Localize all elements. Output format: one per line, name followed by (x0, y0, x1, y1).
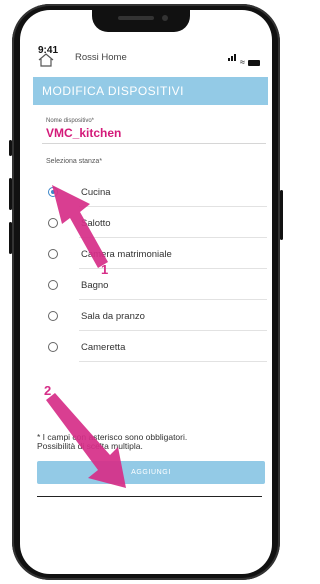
divider (79, 299, 267, 300)
signal-icon (228, 48, 237, 66)
field-underline (42, 143, 266, 144)
room-label: Cucina (81, 187, 111, 198)
room-option-bagno[interactable]: Bagno (46, 271, 267, 301)
phone-notch (92, 10, 190, 32)
room-label: Salotto (81, 218, 111, 229)
page-title-bar: MODIFICA DISPOSITIVI (33, 77, 268, 105)
add-button[interactable]: AGGIUNGI (37, 461, 265, 484)
room-label: Cameretta (81, 342, 126, 353)
phone-side-button-volume-up (9, 178, 12, 210)
radio-button[interactable] (48, 218, 58, 228)
battery-icon (247, 60, 260, 66)
radio-button[interactable] (48, 311, 58, 321)
radio-button-selected[interactable] (48, 187, 58, 197)
divider (79, 361, 267, 362)
divider (79, 330, 267, 331)
divider (79, 237, 267, 238)
wifi-icon: ≈ (240, 57, 245, 67)
room-option-salotto[interactable]: Salotto (46, 209, 267, 239)
phone-side-button-power (280, 190, 283, 240)
annotation-step-2: 2 (44, 383, 52, 398)
radio-button[interactable] (48, 280, 58, 290)
room-option-cucina[interactable]: Cucina (46, 178, 267, 208)
app-title: Rossi Home (75, 52, 127, 63)
room-label: Camera matrimoniale (81, 249, 172, 260)
device-name-label: Nome dispositivo* (46, 118, 95, 124)
status-icons: ≈ (228, 48, 260, 67)
speaker-grille (118, 16, 154, 20)
device-name-field[interactable]: VMC_kitchen (46, 126, 121, 140)
radio-button[interactable] (48, 342, 58, 352)
phone-side-button-volume-down (9, 222, 12, 254)
divider (79, 206, 267, 207)
home-indicator (37, 496, 262, 497)
phone-side-button-mute (9, 140, 12, 156)
radio-button[interactable] (48, 249, 58, 259)
required-fields-note: * I campi con asterisco sono obbligatori… (37, 433, 257, 451)
room-option-sala-da-pranzo[interactable]: Sala da pranzo (46, 302, 267, 332)
footnote-line-2: Possibilità di scelta multipla. (37, 441, 143, 451)
home-icon[interactable] (38, 53, 54, 67)
room-label: Bagno (81, 280, 109, 291)
annotation-step-1: 1 (101, 262, 109, 277)
room-option-camera-matrimoniale[interactable]: Camera matrimoniale (46, 240, 267, 270)
rooms-label: Seleziona stanza* (46, 158, 103, 165)
front-camera (162, 15, 168, 21)
room-label: Sala da pranzo (81, 311, 145, 322)
room-option-cameretta[interactable]: Cameretta (46, 333, 267, 363)
